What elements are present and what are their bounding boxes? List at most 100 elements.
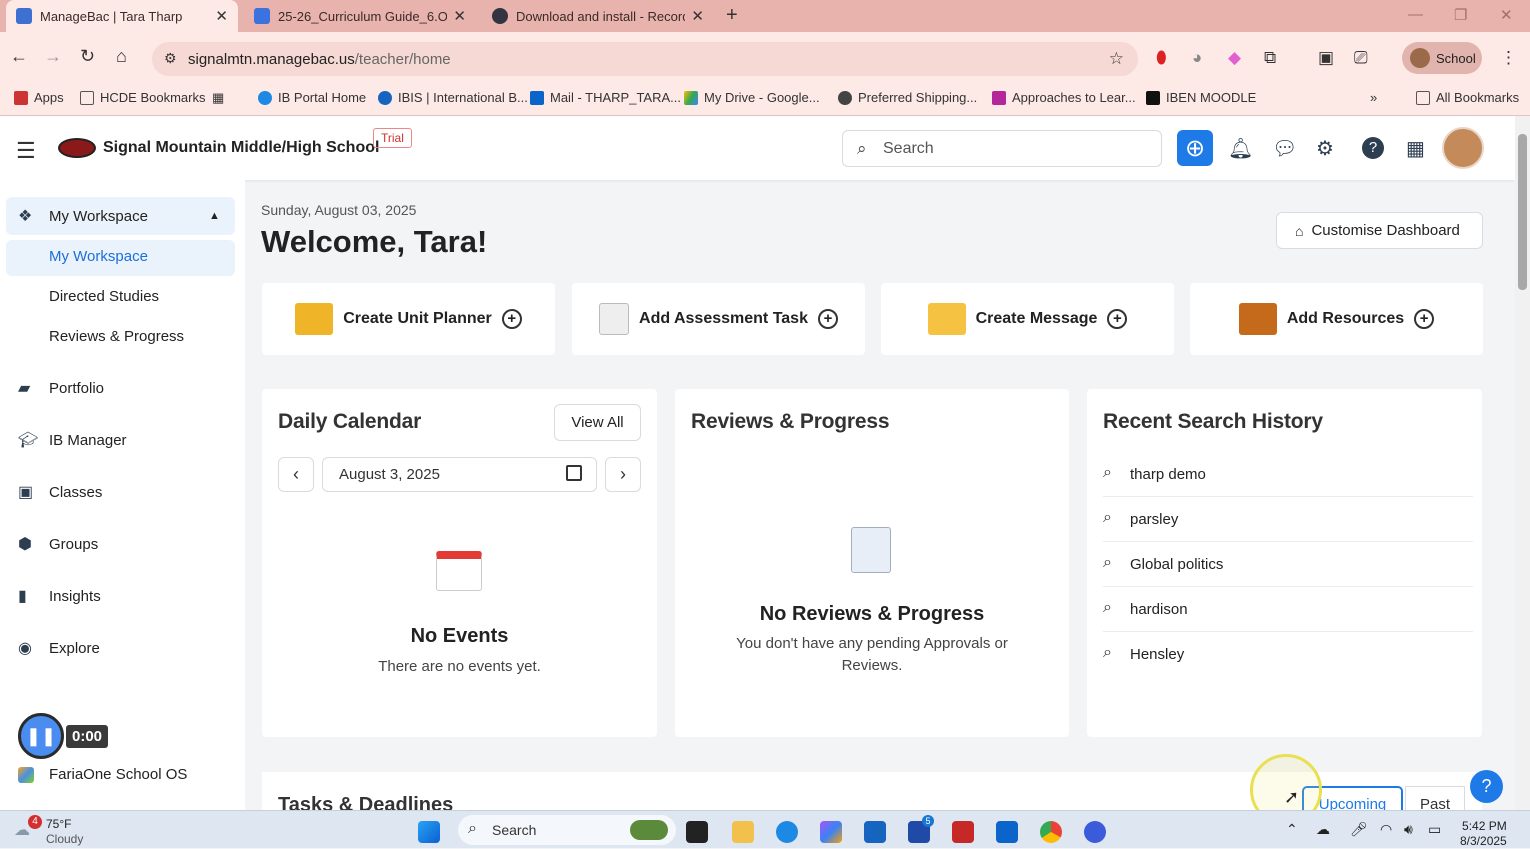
system-clock[interactable]: 5:42 PM 8/3/2025 — [1460, 819, 1507, 849]
windows-start-icon[interactable] — [418, 821, 440, 843]
cast-icon[interactable]: ⎚ — [1354, 48, 1368, 68]
close-tab-icon[interactable]: ✕ — [453, 7, 466, 25]
recorder-app-icon[interactable] — [1084, 821, 1106, 843]
customise-dashboard-button[interactable]: ⌂ Customise Dashboard — [1276, 212, 1483, 249]
search-history-item[interactable]: ⌕ tharp demo — [1103, 452, 1473, 497]
add-new-button[interactable]: ⊕ — [1177, 130, 1213, 166]
battery-icon[interactable]: ▭ — [1428, 821, 1441, 838]
bookmark-mail[interactable]: Mail - THARP_TARA... — [530, 90, 681, 105]
gear-icon[interactable]: ⚙ — [1316, 136, 1334, 161]
menu-kebab-icon[interactable]: ⋮ — [1500, 48, 1517, 68]
search-input[interactable]: ⌕ Search — [842, 130, 1162, 167]
edge-icon[interactable] — [776, 821, 798, 843]
create-message-card[interactable]: Create Message + — [881, 283, 1174, 355]
new-tab-icon[interactable]: + — [726, 4, 738, 27]
pause-icon[interactable]: ❚❚ — [18, 713, 64, 759]
bookmark-ib-portal[interactable]: IB Portal Home — [258, 90, 366, 105]
microphone-icon[interactable]: 🎤︎ — [1350, 821, 1368, 838]
bookmark-atl[interactable]: Approaches to Lear... — [992, 90, 1136, 105]
reload-icon[interactable]: ↻ — [80, 46, 95, 67]
scrollbar-thumb[interactable] — [1518, 134, 1527, 290]
help-chat-button[interactable]: ? — [1470, 770, 1503, 803]
tab-curriculum-guide[interactable]: 25-26_Curriculum Guide_6.Ove ✕ — [244, 0, 476, 32]
calendar-icon[interactable] — [566, 465, 582, 481]
store-icon[interactable] — [864, 821, 886, 843]
sidebar-subitem-my-workspace[interactable]: My Workspace — [49, 248, 148, 265]
date-picker-input[interactable]: August 3, 2025 — [322, 457, 597, 492]
wifi-icon[interactable]: ◠ — [1380, 821, 1392, 838]
minimize-icon[interactable]: — — [1408, 6, 1423, 23]
sidebar-subitem-reviews[interactable]: Reviews & Progress — [49, 328, 184, 345]
search-history-item[interactable]: ⌕ Hensley — [1103, 632, 1473, 677]
bookmark-ibis[interactable]: IBIS | International B... — [378, 90, 528, 105]
apps-grid-icon[interactable]: ▦ — [1406, 136, 1425, 161]
chevron-up-icon[interactable]: ⌃ — [1286, 821, 1298, 838]
mcafee-icon[interactable] — [952, 821, 974, 843]
sidebar-item-portfolio[interactable]: ▰ Portfolio — [18, 378, 104, 398]
next-day-button[interactable]: › — [605, 457, 641, 492]
search-history-item[interactable]: ⌕ parsley — [1103, 497, 1473, 542]
add-resources-card[interactable]: Add Resources + — [1190, 283, 1483, 355]
sidebar-item-insights[interactable]: ▮ Insights — [18, 586, 101, 606]
school-logo[interactable] — [58, 138, 96, 158]
bell-icon[interactable]: 🔔︎ — [1228, 136, 1253, 161]
opera-extension-icon[interactable]: ⬮ — [1156, 48, 1167, 68]
onedrive-icon[interactable]: ☁ — [1316, 821, 1330, 838]
puzzle-icon[interactable]: ⧉ — [1264, 48, 1276, 68]
weather-widget[interactable]: 4 ☁ 75°F Cloudy — [14, 815, 83, 847]
help-icon[interactable]: ? — [1362, 137, 1384, 159]
sidebar-item-classes[interactable]: ▣ Classes — [18, 482, 102, 502]
extension-icon[interactable]: ◆ — [1228, 48, 1241, 68]
graduation-cap-icon: 🎓︎ — [18, 432, 39, 449]
bookmark-apps[interactable]: Apps — [14, 90, 64, 105]
restore-icon[interactable]: ❐ — [1454, 6, 1467, 24]
hamburger-menu-icon[interactable]: ☰ — [16, 138, 36, 164]
school-name[interactable]: Signal Mountain Middle/High School — [103, 139, 379, 157]
profile-button[interactable]: School — [1402, 42, 1482, 74]
all-bookmarks[interactable]: All Bookmarks — [1416, 90, 1519, 105]
tab-groups-icon[interactable]: ▦ — [212, 90, 224, 106]
taskbar-search[interactable]: ⌕ Search — [458, 815, 676, 845]
more-bookmarks-icon[interactable]: » — [1370, 90, 1377, 105]
view-all-button[interactable]: View All — [554, 404, 641, 441]
bookmark-moodle[interactable]: IBEN MOODLE — [1146, 90, 1256, 105]
page-scrollbar[interactable] — [1515, 116, 1530, 810]
bookmark-star-icon[interactable]: ☆ — [1109, 49, 1124, 69]
copilot-icon[interactable] — [820, 821, 842, 843]
chrome-icon[interactable] — [1040, 821, 1062, 843]
sidebar-item-fariaone[interactable]: FariaOne School OS — [18, 766, 187, 783]
search-history-item[interactable]: ⌕ hardison — [1103, 587, 1473, 632]
bookmark-drive[interactable]: My Drive - Google... — [684, 90, 820, 105]
back-icon[interactable]: ← — [10, 46, 28, 67]
outlook-icon[interactable] — [996, 821, 1018, 843]
tab-recorder[interactable]: Download and install - Recorde ✕ — [482, 0, 714, 32]
sidebar-workspace-header[interactable]: ❖ My Workspace — [18, 206, 148, 226]
collapse-icon[interactable]: ▲ — [209, 210, 220, 222]
bookmark-shipping[interactable]: Preferred Shipping... — [838, 90, 977, 105]
site-info-icon[interactable]: ⚙ — [164, 50, 177, 67]
add-assessment-task-card[interactable]: Add Assessment Task + — [572, 283, 865, 355]
sidebar-item-explore[interactable]: ◉ Explore — [18, 638, 100, 658]
task-view-icon[interactable] — [686, 821, 708, 843]
sidebar-subitem-directed-studies[interactable]: Directed Studies — [49, 288, 159, 305]
volume-icon[interactable]: 🔊︎ — [1404, 821, 1413, 838]
address-bar[interactable]: ⚙ signalmtn.managebac.us/teacher/home ☆ — [152, 42, 1138, 76]
screen-recorder-widget[interactable]: ❚❚ 0:00 — [18, 713, 116, 759]
sidebar-item-groups[interactable]: ⬢ Groups — [18, 534, 98, 554]
file-explorer-icon[interactable] — [732, 821, 754, 843]
create-unit-planner-card[interactable]: Create Unit Planner + — [262, 283, 555, 355]
close-tab-icon[interactable]: ✕ — [691, 7, 704, 25]
screen-capture-icon[interactable]: ▣ — [1318, 48, 1334, 68]
extension-icon[interactable]: ◕ — [1192, 48, 1202, 68]
search-history-item[interactable]: ⌕ Global politics — [1103, 542, 1473, 587]
close-tab-icon[interactable]: ✕ — [215, 7, 228, 25]
forward-icon[interactable]: → — [44, 46, 62, 67]
sidebar-item-ib-manager[interactable]: 🎓︎ IB Manager — [18, 430, 127, 450]
bookmark-hcde[interactable]: HCDE Bookmarks — [80, 90, 205, 105]
close-window-icon[interactable]: ✕ — [1500, 6, 1513, 24]
chat-icon[interactable]: 💬︎ — [1272, 136, 1297, 161]
prev-day-button[interactable]: ‹ — [278, 457, 314, 492]
user-avatar[interactable] — [1442, 127, 1484, 169]
tab-managebac[interactable]: ManageBac | Tara Tharp ✕ — [6, 0, 238, 32]
home-icon[interactable]: ⌂ — [116, 46, 127, 67]
